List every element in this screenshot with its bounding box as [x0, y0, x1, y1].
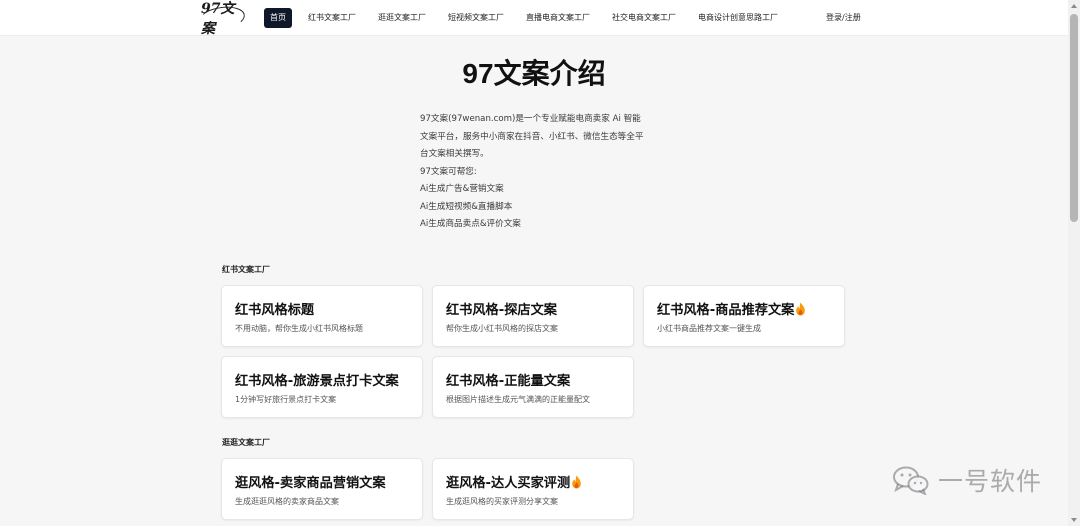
section-title-guangguang: 逛逛文案工厂: [222, 438, 270, 447]
tool-card[interactable]: 红书风格标题 不用动脑，帮你生成小红书风格标题: [221, 285, 423, 347]
tool-card[interactable]: 红书风格-正能量文案 根据图片描述生成元气满满的正能量配文: [432, 356, 634, 418]
scrollbar-thumb[interactable]: [1070, 14, 1078, 222]
card-title: 逛风格-卖家商品营销文案: [235, 476, 386, 491]
fire-icon: [796, 302, 806, 315]
nav-item-design-ideas[interactable]: 电商设计创意思路工厂: [692, 8, 784, 28]
intro-text: 97文案(97wenan.com)是一个专业赋能电商卖家 Ai 智能 文案平台，…: [420, 111, 654, 234]
tool-card[interactable]: 红书风格-旅游景点打卡文案 1分钟写好旅行景点打卡文案: [221, 356, 423, 418]
page: 97文案 首页 红书文案工厂 逛逛文案工厂 短视频文案工厂 直播电商文案工厂 社…: [0, 0, 1080, 526]
intro-line: 文案平台，服务中小商家在抖音、小红书、微信生态等全平: [420, 131, 644, 142]
intro-line: 97文案(97wenan.com)是一个专业赋能电商卖家 Ai 智能: [420, 114, 641, 124]
nav-item-social-commerce[interactable]: 社交电商文案工厂: [606, 8, 682, 28]
scroll-up-arrow-icon[interactable]: [1071, 4, 1077, 8]
card-title: 红书风格-商品推荐文案: [657, 299, 844, 318]
nav-menu: 首页 红书文案工厂 逛逛文案工厂 短视频文案工厂 直播电商文案工厂 社交电商文案…: [264, 8, 784, 28]
scroll-down-arrow-icon[interactable]: [1071, 518, 1077, 522]
logo[interactable]: 97文案: [197, 1, 247, 37]
card-description: 1分钟写好旅行景点打卡文案: [235, 395, 337, 404]
section-title-redbook: 红书文案工厂: [222, 265, 270, 274]
nav-item-short-video[interactable]: 短视频文案工厂: [442, 8, 510, 28]
card-description: 生成逛逛风格的卖家商品文案: [235, 497, 339, 506]
card-description: 帮你生成小红书风格的探店文案: [446, 324, 558, 333]
tool-card[interactable]: 红书风格-商品推荐文案 小红书商品推荐文案一键生成: [643, 285, 845, 347]
nav-item-redbook[interactable]: 红书文案工厂: [302, 8, 362, 28]
page-title: 97文案介绍: [462, 58, 606, 89]
top-navbar: 97文案 首页 红书文案工厂 逛逛文案工厂 短视频文案工厂 直播电商文案工厂 社…: [0, 0, 1068, 37]
card-title: 红书风格-正能量文案: [446, 374, 571, 389]
intro-line: Ai生成商品卖点&评价文案: [420, 219, 521, 229]
nav-item-guangguang[interactable]: 逛逛文案工厂: [372, 8, 432, 28]
login-register-link[interactable]: 登录/注册: [826, 8, 861, 28]
card-title: 红书风格标题: [235, 303, 315, 318]
intro-line: Ai生成短视频&直播脚本: [420, 201, 513, 212]
intro-line: Ai生成广告&营销文案: [420, 184, 504, 194]
tool-card[interactable]: 逛风格-达人买家评测 生成逛风格的买家评测分享文案: [432, 458, 634, 520]
card-description: 小红书商品推荐文案一键生成: [657, 324, 761, 333]
wechat-icon: [893, 466, 929, 495]
watermark: 一号软件: [892, 460, 1062, 500]
card-title: 逛风格-达人买家评测: [446, 472, 633, 491]
watermark-text: 一号软件: [938, 467, 1043, 496]
nav-item-home[interactable]: 首页: [264, 8, 292, 28]
card-title: 红书风格-探店文案: [446, 303, 557, 318]
vertical-scrollbar[interactable]: [1068, 0, 1080, 526]
tool-card[interactable]: 红书风格-探店文案 帮你生成小红书风格的探店文案: [432, 285, 634, 347]
card-description: 根据图片描述生成元气满满的正能量配文: [446, 395, 590, 404]
card-description: 不用动脑，帮你生成小红书风格标题: [235, 324, 363, 333]
intro-line: 台文案相关撰写。: [420, 149, 489, 159]
card-title: 红书风格-旅游景点打卡文案: [235, 374, 399, 389]
fire-icon: [572, 475, 581, 488]
card-description: 生成逛风格的买家评测分享文案: [446, 497, 558, 506]
intro-line: 97文案可帮您:: [420, 166, 477, 177]
tool-card[interactable]: 逛风格-卖家商品营销文案 生成逛逛风格的卖家商品文案: [221, 458, 423, 520]
nav-item-live-commerce[interactable]: 直播电商文案工厂: [520, 8, 596, 28]
